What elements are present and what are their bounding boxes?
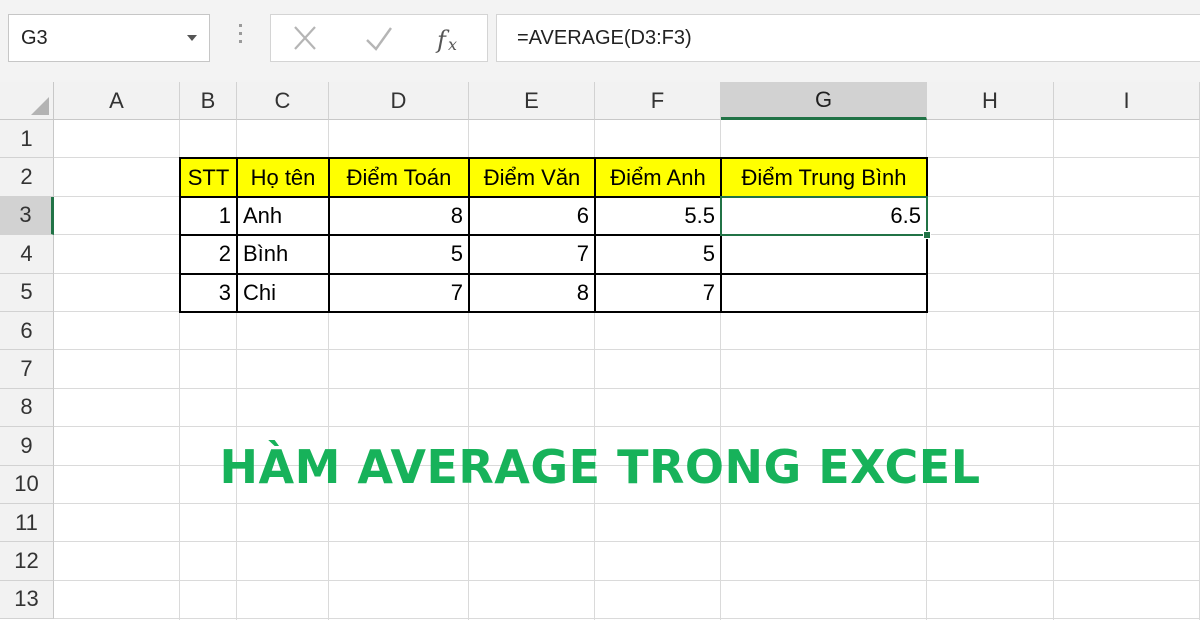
name-box[interactable]: G3 [8,14,210,62]
row-gridline [54,503,1200,504]
fx-icon: f x [435,26,457,54]
cell-diem-toan[interactable]: 5 [329,235,469,273]
fill-handle[interactable] [923,231,931,240]
cell-diem-van[interactable]: 6 [469,197,595,235]
name-box-value: G3 [21,27,48,49]
cell-ho-ten[interactable]: Anh [237,197,329,235]
row-gridline [54,349,1200,351]
enter-check-icon [366,27,392,51]
formula-bar-splitter[interactable] [237,24,243,50]
cell-diem-anh[interactable]: 7 [595,274,721,312]
header-cell-diem-anh[interactable]: Điểm Anh [595,158,721,197]
cell-diem-trung-binh[interactable] [721,235,927,273]
cell-diem-van[interactable]: 8 [469,274,595,312]
select-all-button[interactable] [0,82,54,120]
cancel-button[interactable] [285,21,325,57]
row-header-5[interactable]: 5 [0,273,54,312]
header-cell-ho-ten[interactable]: Họ tên [237,158,329,197]
row-gridline [54,579,1200,581]
column-header-f[interactable]: F [595,82,721,120]
column-header-a[interactable]: A [54,82,180,120]
formula-input[interactable]: =AVERAGE(D3:F3) [496,14,1200,62]
select-all-icon [31,97,49,115]
row-header-12[interactable]: 12 [0,542,54,581]
cell-stt[interactable]: 2 [180,235,237,273]
table-border [180,311,927,313]
row-header-7[interactable]: 7 [0,350,54,389]
active-cell-border [720,195,928,237]
cell-diem-trung-binh[interactable] [721,274,927,312]
row-header-3[interactable]: 3 [0,196,54,236]
table-border [328,157,330,313]
cell-stt[interactable]: 3 [180,274,237,312]
column-header-d[interactable]: D [329,82,469,120]
row-header-8[interactable]: 8 [0,388,54,428]
svg-text:x: x [448,35,457,54]
header-cell-diem-toan[interactable]: Điểm Toán [329,158,469,197]
table-border [594,157,596,313]
formula-bar-tools: f x [270,14,488,62]
column-header-b[interactable]: B [180,82,237,120]
enter-button[interactable] [359,21,399,57]
column-header-g[interactable]: G [721,82,927,120]
worksheet-grid[interactable]: ABCDEFGHI 1 2 3 4 5 6 7 8 9 10 11 12 13 STT Họ tên Điể… [0,82,1200,620]
row-header-6[interactable]: 6 [0,312,54,351]
cell-diem-anh[interactable]: 5.5 [595,197,721,235]
dropdown-arrow-icon[interactable] [187,35,197,41]
banner-title: HÀM AVERAGE TRONG EXCEL [219,440,981,494]
column-gridline [1053,120,1054,620]
column-header-e[interactable]: E [469,82,595,120]
header-cell-diem-van[interactable]: Điểm Văn [469,158,595,197]
formula-text: =AVERAGE(D3:F3) [517,27,692,49]
table-border [180,157,927,160]
header-cell-stt[interactable]: STT [180,158,237,197]
formula-bar: G3 f x =AVERAGE(D3:F3) [0,0,1200,82]
cell-diem-toan[interactable]: 8 [329,197,469,235]
column-header-h[interactable]: H [927,82,1054,120]
table-border [468,157,470,313]
cell-stt[interactable]: 1 [180,197,237,235]
row-header-2[interactable]: 2 [0,158,54,197]
row-header-11[interactable]: 11 [0,504,54,543]
row-gridline [54,426,1200,428]
cell-diem-anh[interactable]: 5 [595,235,721,273]
cell-ho-ten[interactable]: Bình [237,235,329,273]
cell-diem-van[interactable]: 7 [469,235,595,273]
table-border [180,272,927,275]
row-header-13[interactable]: 13 [0,580,54,620]
row-gridline [54,618,1200,620]
column-header-c[interactable]: C [237,82,329,120]
header-cell-diem-trung-binh[interactable]: Điểm Trung Bình [721,158,927,197]
cell-ho-ten[interactable]: Chi [237,274,329,312]
cell-diem-toan[interactable]: 7 [329,274,469,312]
row-gridline [54,541,1200,543]
row-gridline [54,387,1200,389]
row-header-1[interactable]: 1 [0,120,54,159]
table-border [179,157,181,313]
cancel-x-icon [294,26,316,50]
row-header-4[interactable]: 4 [0,235,54,274]
column-header-i[interactable]: I [1054,82,1200,120]
table-border [236,157,238,313]
insert-function-button[interactable]: f x [431,21,471,57]
